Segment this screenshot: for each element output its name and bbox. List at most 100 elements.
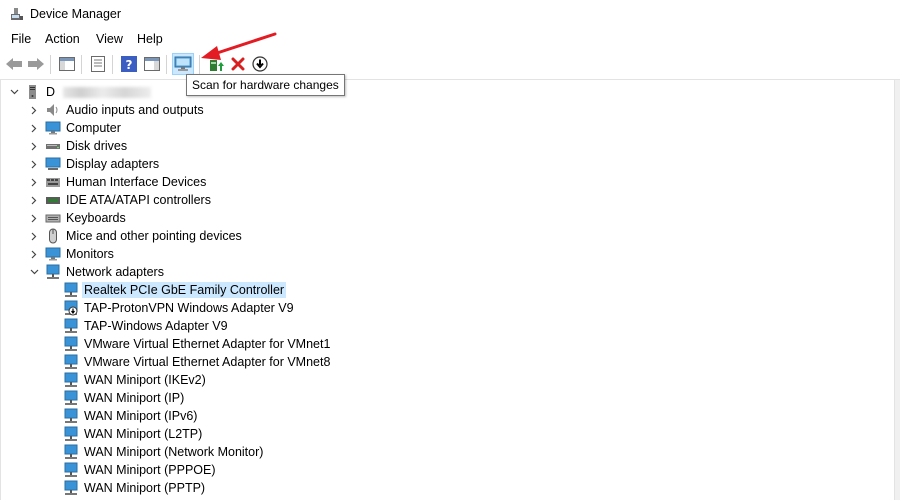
chevron-right-icon[interactable]: [27, 119, 41, 137]
title-bar: Device Manager: [0, 0, 900, 28]
category-label: IDE ATA/ATAPI controllers: [66, 193, 211, 207]
adapter-label: VMware Virtual Ethernet Adapter for VMne…: [84, 337, 331, 351]
network-adapter-item[interactable]: WAN Miniport (L2TP): [63, 425, 204, 443]
back-arrow-icon: [6, 58, 22, 70]
tree-category[interactable]: Mice and other pointing devices: [27, 227, 244, 245]
chevron-right-icon[interactable]: [27, 245, 41, 263]
network-adapter-item[interactable]: TAP-ProtonVPN Windows Adapter V9: [63, 299, 296, 317]
network-adapter-item[interactable]: VMware Virtual Ethernet Adapter for VMne…: [63, 335, 332, 353]
action-pane-icon: [144, 57, 160, 71]
network-adapter-item[interactable]: WAN Miniport (PPTP): [63, 479, 207, 497]
category-label: Disk drives: [66, 139, 128, 153]
vertical-scrollbar[interactable]: [894, 80, 900, 500]
monitor-icon: [45, 120, 61, 136]
adapter-label: WAN Miniport (PPTP): [84, 481, 206, 495]
network-adapter-icon: [63, 354, 79, 370]
adapter-label: VMware Virtual Ethernet Adapter for VMne…: [84, 355, 331, 369]
network-adapter-item[interactable]: WAN Miniport (PPPOE): [63, 461, 218, 479]
tree-root[interactable]: D: [7, 83, 152, 101]
tree-category[interactable]: IDE ATA/ATAPI controllers: [27, 191, 213, 209]
network-adapter-icon: [63, 426, 79, 442]
chevron-right-icon[interactable]: [27, 209, 41, 227]
window-title: Device Manager: [30, 7, 122, 21]
adapter-label: TAP-Windows Adapter V9: [84, 319, 228, 333]
toolbar-separator: [81, 55, 82, 74]
tree-category[interactable]: Monitors: [27, 245, 116, 263]
menu-action[interactable]: Action: [45, 32, 80, 46]
category-label: Keyboards: [66, 211, 126, 225]
back-button[interactable]: [3, 53, 25, 75]
tree-category[interactable]: Human Interface Devices: [27, 173, 208, 191]
menu-view[interactable]: View: [96, 32, 123, 46]
chevron-right-icon[interactable]: [27, 227, 41, 245]
action-pane-button[interactable]: [141, 53, 163, 75]
network-adapter-icon: [63, 408, 79, 424]
adapter-label: TAP-ProtonVPN Windows Adapter V9: [84, 301, 294, 315]
category-label: Network adapters: [66, 265, 164, 279]
network-adapter-icon: [63, 318, 79, 334]
chevron-right-icon[interactable]: [27, 101, 41, 119]
toolbar-separator: [166, 55, 167, 74]
redacted-computer-name: [63, 86, 152, 98]
device-tree[interactable]: D Audio inputs and outputs Computer Disk…: [0, 80, 896, 500]
category-label: Computer: [66, 121, 121, 135]
tree-category[interactable]: Disk drives: [27, 137, 129, 155]
tree-category[interactable]: Keyboards: [27, 209, 128, 227]
network-adapter-disabled-icon: [63, 300, 79, 316]
category-label: Display adapters: [66, 157, 160, 171]
chevron-down-icon[interactable]: [7, 83, 21, 101]
network-adapter-item[interactable]: VMware Virtual Ethernet Adapter for VMne…: [63, 353, 332, 371]
network-adapter-icon: [63, 336, 79, 352]
network-adapter-item[interactable]: WAN Miniport (IP): [63, 389, 186, 407]
properties-icon: [91, 56, 105, 72]
show-hide-console-tree-button[interactable]: [56, 53, 78, 75]
category-label: Human Interface Devices: [66, 175, 207, 189]
chevron-right-icon[interactable]: [27, 191, 41, 209]
adapter-label: Realtek PCIe GbE Family Controller: [82, 282, 287, 298]
network-adapter-item-selected[interactable]: Realtek PCIe GbE Family Controller: [63, 281, 287, 299]
adapter-label: WAN Miniport (IPv6): [84, 409, 198, 423]
forward-button[interactable]: [25, 53, 47, 75]
chevron-right-icon[interactable]: [27, 155, 41, 173]
help-button[interactable]: ?: [118, 53, 140, 75]
menu-help[interactable]: Help: [137, 32, 163, 46]
help-icon: ?: [121, 56, 137, 72]
adapter-label: WAN Miniport (L2TP): [84, 427, 203, 441]
chevron-right-icon[interactable]: [27, 137, 41, 155]
properties-button[interactable]: [87, 53, 109, 75]
root-label: D: [46, 85, 56, 99]
tree-category[interactable]: Display adapters: [27, 155, 161, 173]
network-adapter-item[interactable]: TAP-Windows Adapter V9: [63, 317, 230, 335]
adapter-label: WAN Miniport (Network Monitor): [84, 445, 264, 459]
mouse-icon: [45, 228, 61, 244]
network-adapter-icon: [63, 390, 79, 406]
network-adapter-icon: [63, 462, 79, 478]
computer-tower-icon: [25, 84, 41, 100]
toolbar: ?: [0, 50, 900, 80]
ide-controller-icon: [45, 192, 61, 208]
scan-for-hardware-changes-button[interactable]: [172, 53, 194, 75]
network-adapter-item[interactable]: WAN Miniport (IPv6): [63, 407, 199, 425]
red-annotation-arrow-icon: [201, 32, 277, 60]
monitor-icon: [45, 246, 61, 262]
menu-file[interactable]: File: [11, 32, 31, 46]
adapter-label: WAN Miniport (PPPOE): [84, 463, 216, 477]
adapter-label: WAN Miniport (IP): [84, 391, 185, 405]
scan-tooltip: Scan for hardware changes: [186, 74, 345, 96]
network-adapter-item[interactable]: WAN Miniport (IKEv2): [63, 371, 208, 389]
menu-bar: File Action View Help: [0, 28, 900, 50]
chevron-down-icon[interactable]: [27, 263, 41, 281]
forward-arrow-icon: [28, 58, 44, 70]
disk-drive-icon: [45, 138, 61, 154]
tree-category-expanded[interactable]: Network adapters: [27, 263, 166, 281]
keyboard-icon: [45, 210, 61, 226]
tree-category[interactable]: Computer: [27, 119, 123, 137]
tree-category[interactable]: Audio inputs and outputs: [27, 101, 206, 119]
network-adapter-icon: [45, 264, 61, 280]
chevron-right-icon[interactable]: [27, 173, 41, 191]
network-adapter-icon: [63, 282, 79, 298]
adapter-label: WAN Miniport (IKEv2): [84, 373, 206, 387]
toolbar-separator: [112, 55, 113, 74]
category-label: Mice and other pointing devices: [66, 229, 242, 243]
network-adapter-item[interactable]: WAN Miniport (Network Monitor): [63, 443, 265, 461]
